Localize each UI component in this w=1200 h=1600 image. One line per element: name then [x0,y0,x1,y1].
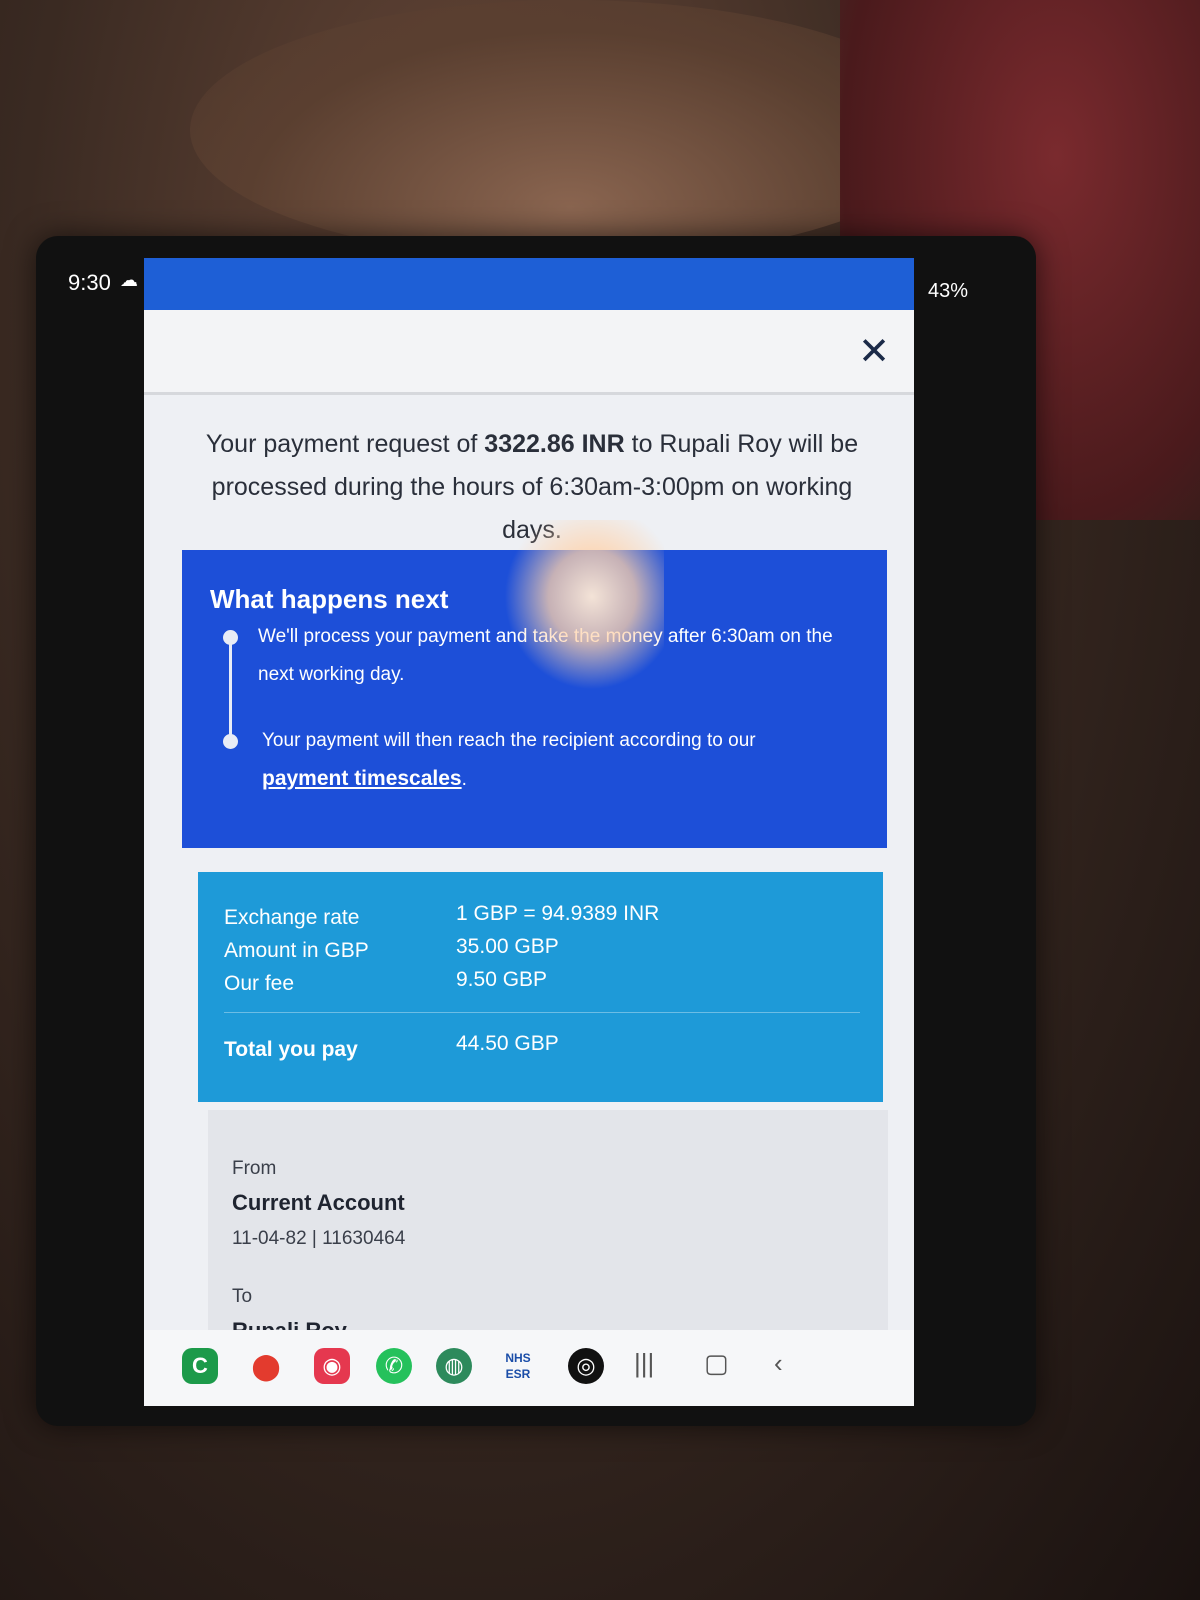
summary-divider [224,1012,860,1013]
status-time: 9:30 [68,270,111,295]
battery-level: 43% [928,280,969,302]
exchange-rate-label: Exchange rate [224,906,360,929]
from-account-name: Current Account [232,1190,405,1215]
camera-icon[interactable]: ◉ [314,1348,350,1384]
timeline-dot [223,630,238,645]
recent-apps-button[interactable]: ||| [634,1348,654,1379]
background-knee [190,0,950,260]
timeline-step-2: Your payment will then reach the recipie… [262,722,852,799]
tablet-device: 9:30 ☁ ✉ ● • ▣ ◠ ▮ 43% ✕ Your payment re… [36,236,1036,1426]
esr-label: ESR [505,1367,531,1381]
timeline-line [229,640,232,742]
from-label: From [232,1158,277,1179]
to-label: To [232,1286,253,1307]
app-dock-bar: C ⬤ ◉ ✆ ◍ NHS ESR ◎ ||| ▢ ‹ [144,1330,914,1406]
total-value: 44.50 GBP [456,1032,559,1055]
close-button[interactable]: ✕ [856,331,892,373]
fee-label: Our fee [224,972,295,995]
app-top-band [144,258,914,310]
payment-summary-panel: Exchange rate 1 GBP = 94.9389 INR Amount… [198,872,883,1102]
step-2-text: Your payment will then reach the recipie… [262,730,756,751]
amount-gbp-value: 35.00 GBP [456,935,559,958]
what-happens-next-title: What happens next [210,584,449,614]
timeline-step-1: We'll process your payment and take the … [258,626,833,685]
from-account-details: 11-04-82 | 11630464 [232,1228,406,1249]
whatsapp-icon[interactable]: ✆ [376,1348,412,1384]
what-happens-next-panel: What happens next We'll process your pay… [182,550,887,848]
payment-confirmation-message: Your payment request of 3322.86 INR to R… [182,423,882,552]
step-2-period: . [461,769,467,790]
chrome-icon[interactable]: ◎ [568,1348,604,1384]
fee-value: 9.50 GBP [456,968,548,991]
close-icon: ✕ [858,331,890,373]
dialog-header: ✕ [144,310,914,395]
timeline-dot [223,734,238,749]
total-label: Total you pay [224,1038,358,1061]
cashapp-icon[interactable]: C [182,1348,218,1384]
home-button[interactable]: ▢ [704,1348,729,1379]
exchange-rate-value: 1 GBP = 94.9389 INR [456,902,660,925]
globe-icon[interactable]: ◍ [436,1348,472,1384]
app-screen: ✕ Your payment request of 3322.86 INR to… [144,258,914,1393]
esr-icon[interactable]: NHS ESR [500,1348,536,1386]
payment-timescales-link[interactable]: payment timescales [262,767,462,790]
maps-icon[interactable]: ⬤ [248,1348,284,1384]
message-prefix: Your payment request of [205,430,485,458]
payment-amount: 3322.86 INR [484,430,625,458]
back-button[interactable]: ‹ [774,1348,783,1379]
amount-gbp-label: Amount in GBP [224,939,369,962]
